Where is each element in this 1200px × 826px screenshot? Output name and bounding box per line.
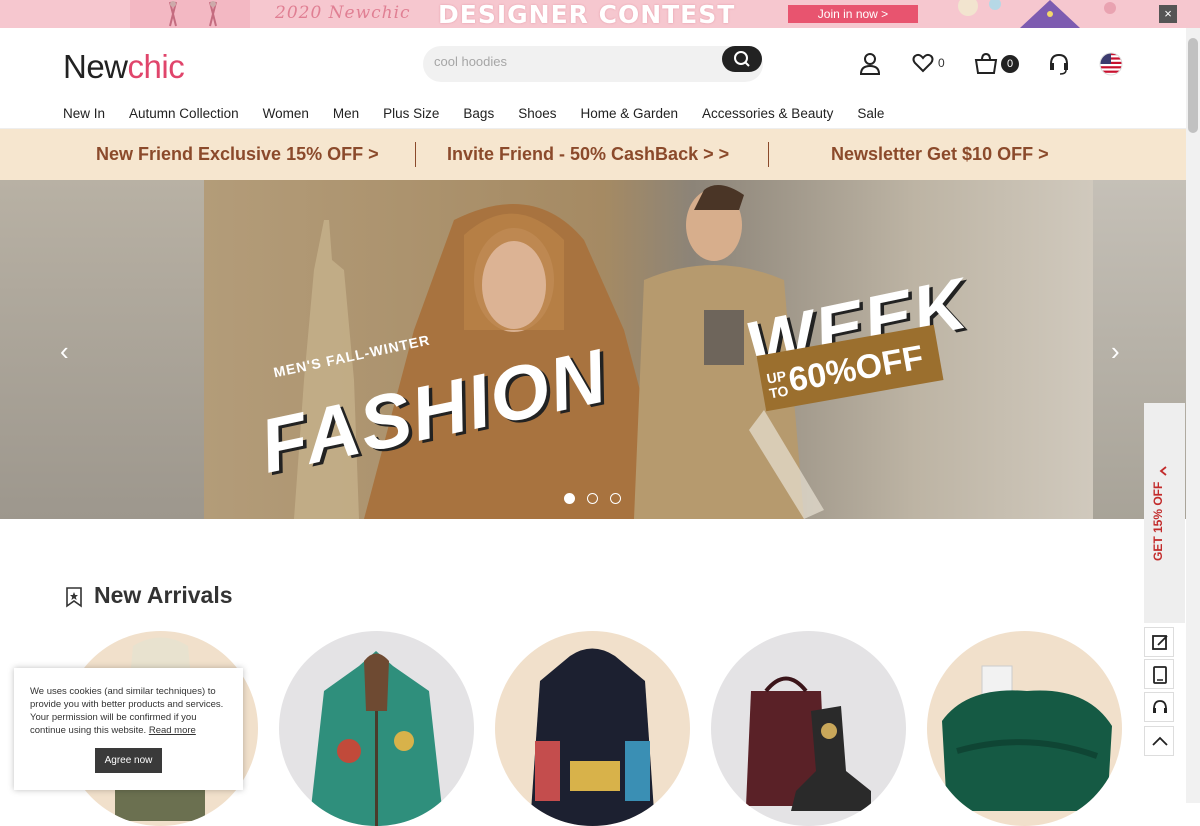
banner-contest-title: DESIGNER CONTEST [438,0,736,28]
heart-icon[interactable] [912,52,934,74]
promo-bar: New Friend Exclusive 15% OFF > Invite Fr… [0,129,1186,180]
scrollbar-thumb[interactable] [1188,38,1198,133]
nav-item-accessories-beauty[interactable]: Accessories & Beauty [702,106,833,121]
side-tab-label: GET 15% OFF [1151,481,1165,561]
logo-new-text: New [63,48,128,85]
main-navigation: New In Autumn Collection Women Men Plus … [63,106,908,121]
nav-item-shoes[interactable]: Shoes [518,106,556,121]
product-tile[interactable] [927,631,1122,826]
section-title-new-arrivals: New Arrivals [94,582,233,608]
cookie-agree-button[interactable]: Agree now [95,748,162,773]
nav-item-autumn-collection[interactable]: Autumn Collection [129,106,239,121]
headset-icon [1153,700,1167,713]
search-button[interactable] [722,46,762,72]
hero-background-left [0,180,204,519]
fashion-sketch-illustration [130,0,250,28]
star-bookmark-icon [66,587,82,608]
nav-item-sale[interactable]: Sale [857,106,884,121]
top-promo-banner[interactable]: 2020 Newchic DESIGNER CONTEST Join in no… [0,0,1200,28]
nav-item-plus-size[interactable]: Plus Size [383,106,439,121]
tablet-icon [1153,666,1167,684]
close-banner-button[interactable]: × [1159,5,1177,23]
feedback-button[interactable] [1144,627,1174,657]
product-tile[interactable] [279,631,474,826]
carousel-dot-3[interactable] [610,493,621,504]
product-tile[interactable] [711,631,906,826]
hero-carousel[interactable]: MEN'S FALL-WINTER FASHION WEEK UP TO 60%… [0,180,1186,519]
site-header: Newchic 0 0 [0,28,1186,129]
carousel-dot-1[interactable] [564,493,575,504]
search-bar [423,46,763,82]
support-button[interactable] [1144,692,1174,722]
chevron-left-icon [1159,466,1167,476]
edit-icon [1152,635,1168,650]
cart-count-badge: 0 [1001,55,1019,73]
banner-year-script: 2020 Newchic [275,3,411,23]
promo-new-friend[interactable]: New Friend Exclusive 15% OFF > [96,144,379,165]
nav-item-men[interactable]: Men [333,106,359,121]
carousel-next-arrow-icon[interactable]: › [1111,336,1120,367]
back-to-top-button[interactable] [1144,726,1174,756]
carousel-dot-2[interactable] [587,493,598,504]
cookie-text: We uses cookies (and similar techniques)… [30,685,235,737]
product-image [942,665,1112,811]
product-image [530,648,655,826]
product-image [309,651,444,826]
newchic-logo[interactable]: Newchic [63,48,185,86]
shopping-bag-icon[interactable] [974,52,998,74]
nav-item-new-in[interactable]: New In [63,106,105,121]
page-scrollbar[interactable] [1186,28,1200,803]
nav-item-bags[interactable]: Bags [463,106,494,121]
search-icon [734,51,750,67]
search-input[interactable] [434,54,714,69]
join-contest-button[interactable]: Join in now > [788,5,918,23]
product-tile[interactable] [495,631,690,826]
cookie-consent-popup: We uses cookies (and similar techniques)… [14,668,243,790]
logo-chic-text: chic [127,48,185,85]
chevron-up-icon [1152,736,1168,746]
carousel-prev-arrow-icon[interactable]: ‹ [60,336,69,367]
customer-service-icon[interactable] [1048,52,1070,76]
account-icon[interactable] [859,52,881,76]
promo-divider [415,142,416,167]
discount-side-tab[interactable]: GET 15% OFF [1144,403,1185,623]
us-flag-icon[interactable] [1099,52,1123,76]
app-download-button[interactable] [1144,659,1174,689]
promo-newsletter[interactable]: Newsletter Get $10 OFF > [831,144,1049,165]
sewing-supplies-illustration [958,0,1116,28]
wishlist-count: 0 [938,56,945,70]
nav-item-home-garden[interactable]: Home & Garden [580,106,678,121]
nav-item-women[interactable]: Women [263,106,309,121]
promo-divider [768,142,769,167]
cookie-read-more-link[interactable]: Read more [149,725,196,736]
product-image [746,676,871,811]
promo-invite-friend[interactable]: Invite Friend - 50% CashBack > > [447,144,729,165]
